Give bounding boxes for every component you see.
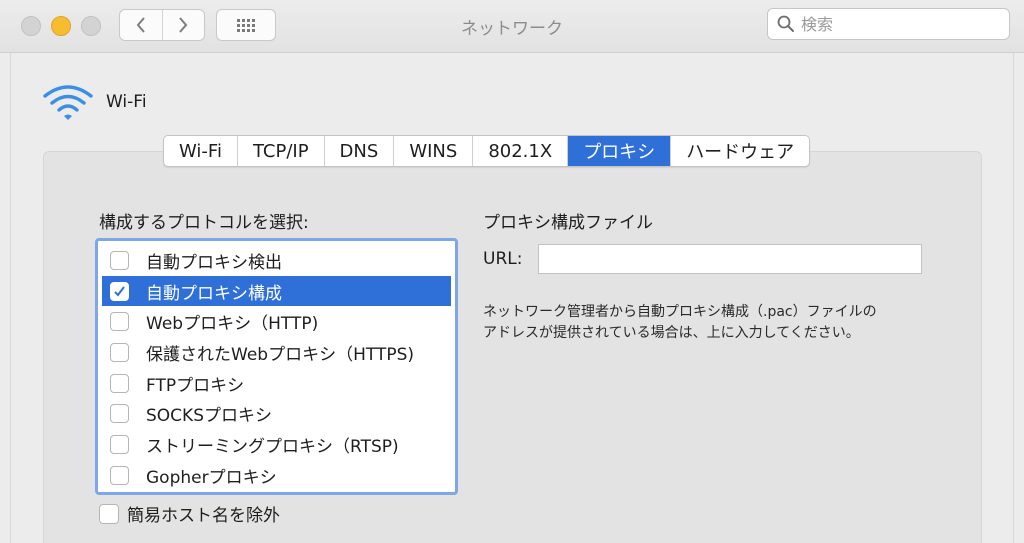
help-text: ネットワーク管理者から自動プロキシ構成（.pac）ファイルの アドレスが提供され…: [483, 302, 953, 344]
protocol-label: Webプロキシ（HTTP): [146, 314, 319, 335]
protocol-label: 保護されたWebプロキシ（HTTPS): [146, 344, 414, 365]
protocol-row-auto-detect[interactable]: 自動プロキシ検出: [98, 245, 455, 276]
url-label: URL:: [483, 249, 523, 269]
tab-hardware[interactable]: ハードウェア: [670, 136, 809, 166]
help-line: アドレスが提供されている場合は、上に入力してください。: [483, 325, 860, 341]
checkbox[interactable]: [110, 312, 129, 332]
pac-section-title: プロキシ構成ファイル: [483, 213, 653, 233]
tab-dns[interactable]: DNS: [323, 136, 394, 166]
url-input[interactable]: [538, 244, 922, 274]
protocol-row-socks[interactable]: SOCKSプロキシ: [98, 398, 455, 429]
help-line: ネットワーク管理者から自動プロキシ構成（.pac）ファイルの: [483, 304, 877, 320]
protocol-label: Gopherプロキシ: [146, 467, 277, 488]
checkbox[interactable]: [110, 342, 129, 362]
protocol-row-ftp[interactable]: FTPプロキシ: [98, 368, 455, 399]
protocol-label: FTPプロキシ: [146, 375, 245, 396]
checkbox[interactable]: [110, 404, 129, 424]
wifi-icon: [42, 82, 94, 124]
checkbox[interactable]: [110, 465, 129, 485]
checkbox[interactable]: [110, 373, 129, 393]
protocol-list-label: 構成するプロトコルを選択:: [99, 213, 309, 233]
protocol-label: SOCKSプロキシ: [146, 406, 272, 427]
checkbox[interactable]: [110, 434, 129, 454]
checkmark-icon: [114, 285, 125, 297]
protocol-list: 自動プロキシ検出 自動プロキシ構成 Webプロキシ（HTTP) 保護されたWeb…: [95, 238, 458, 495]
search-input[interactable]: [801, 14, 991, 34]
service-name: Wi-Fi: [106, 92, 147, 112]
search-field[interactable]: [767, 8, 1010, 40]
checkbox[interactable]: [110, 250, 129, 270]
protocol-row-rtsp[interactable]: ストリーミングプロキシ（RTSP): [98, 429, 455, 460]
tab-8021x[interactable]: 802.1X: [472, 136, 567, 166]
exclude-checkbox[interactable]: [99, 503, 119, 524]
tab-wins[interactable]: WINS: [393, 136, 472, 166]
protocol-label: 自動プロキシ構成: [146, 283, 282, 304]
tab-bar: Wi-Fi TCP/IP DNS WINS 802.1X プロキシ ハードウェア: [163, 135, 811, 167]
protocol-row-gopher[interactable]: Gopherプロキシ: [98, 460, 455, 491]
protocol-row-http[interactable]: Webプロキシ（HTTP): [98, 306, 455, 337]
protocol-row-auto-config[interactable]: 自動プロキシ構成: [102, 275, 451, 307]
search-icon: [777, 15, 794, 32]
tab-tcpip[interactable]: TCP/IP: [236, 136, 324, 166]
checkbox-checked[interactable]: [110, 281, 129, 301]
protocol-label: 自動プロキシ検出: [146, 252, 282, 273]
exclude-label: 簡易ホスト名を除外: [127, 506, 280, 526]
tab-wifi[interactable]: Wi-Fi: [164, 136, 237, 166]
protocol-row-https[interactable]: 保護されたWebプロキシ（HTTPS): [98, 337, 455, 368]
title-bar: ネットワーク: [0, 0, 1024, 53]
tab-proxy[interactable]: プロキシ: [567, 136, 671, 166]
protocol-label: ストリーミングプロキシ（RTSP): [146, 436, 399, 457]
exclude-simple-hosts[interactable]: 簡易ホスト名を除外: [99, 501, 280, 526]
